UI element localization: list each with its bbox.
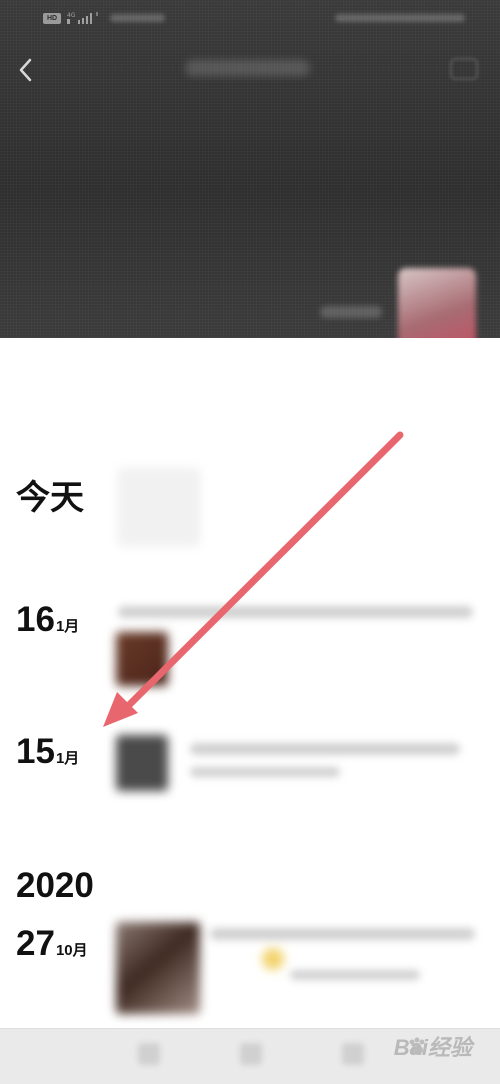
page-title: [185, 60, 310, 76]
network-type: 4G: [67, 12, 76, 19]
nav-item[interactable]: [138, 1043, 160, 1065]
post-thumbnail[interactable]: [116, 632, 168, 686]
date-month: 1月: [55, 750, 80, 767]
post-text-line: [290, 970, 420, 980]
emoji-icon: [262, 948, 284, 970]
nav-item[interactable]: [240, 1043, 262, 1065]
post-text-line: [118, 606, 473, 618]
date-oct-27: 2710月: [16, 924, 88, 964]
hd-badge: HD: [43, 13, 61, 24]
post-text-line: [190, 743, 460, 755]
date-today: 今天: [16, 478, 84, 518]
date-jan-16: 161月: [16, 600, 79, 640]
post-text-line: [210, 928, 475, 940]
nav-item[interactable]: [342, 1043, 364, 1065]
date-day: 16: [16, 600, 55, 639]
camera-icon[interactable]: [450, 58, 478, 80]
date-jan-15: 151月: [16, 732, 79, 772]
date-month: 10月: [55, 942, 88, 959]
post-thumbnail[interactable]: [116, 735, 168, 791]
date-day: 15: [16, 732, 55, 771]
year-2020: 2020: [16, 866, 94, 906]
status-blur-right: [335, 14, 465, 22]
post-thumbnail[interactable]: [116, 922, 200, 1014]
nickname: [320, 306, 382, 318]
post-text-line: [190, 767, 340, 777]
post-today-placeholder[interactable]: [118, 468, 200, 546]
date-day: 27: [16, 924, 55, 963]
status-blur-left: [110, 14, 165, 22]
back-arrow-icon[interactable]: [12, 55, 40, 85]
signal-icon: 4G: [67, 12, 98, 24]
watermark: Bai经验: [393, 1035, 472, 1060]
date-month: 1月: [55, 618, 80, 635]
status-bar: HD 4G: [0, 0, 500, 38]
year-label: 2020: [16, 866, 94, 905]
